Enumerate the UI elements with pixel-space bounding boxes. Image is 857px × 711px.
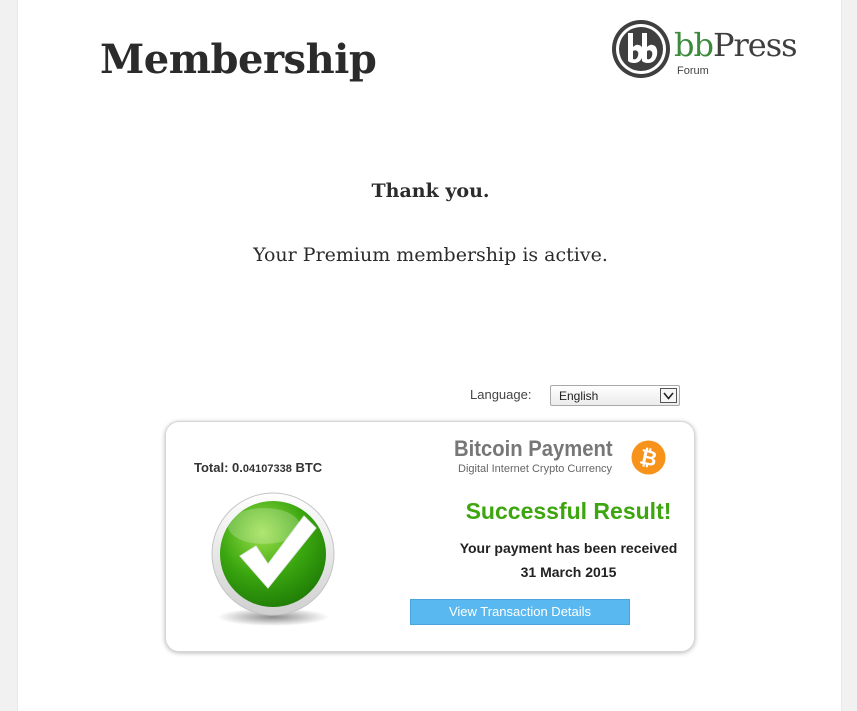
payment-total: Total: 0.04107338 BTC (194, 460, 322, 475)
bitcoin-payment-title: Bitcoin Payment (454, 436, 613, 461)
total-label: Total: 0. (194, 460, 243, 475)
chevron-down-icon[interactable] (660, 388, 677, 403)
checkmark-icon (211, 492, 335, 626)
view-transaction-details-button[interactable]: View Transaction Details (410, 599, 630, 625)
logo-wordmark: bbPress (674, 26, 798, 64)
logo-word-bb: bb (674, 26, 714, 64)
page-title: Membership (100, 36, 377, 83)
thank-you-heading: Thank you. (371, 180, 490, 202)
bitcoin-payment-subtitle: Digital Internet Crypto Currency (458, 463, 613, 475)
total-amount: 04107338 (242, 463, 292, 475)
bbpress-logo-icon (612, 20, 670, 78)
language-label: Language: (470, 387, 532, 402)
bitcoin-icon: ₿ (631, 440, 666, 475)
payment-date: 31 March 2015 (520, 564, 617, 580)
language-select[interactable]: English (550, 385, 680, 406)
logo-word-press: Press (712, 26, 798, 64)
page-content: Membership bbPress Forum Thank you. Your… (17, 0, 842, 711)
total-currency: BTC (295, 460, 323, 475)
success-result-title: Successful Result! (465, 498, 672, 524)
bbpress-logo[interactable]: bbPress Forum (611, 18, 821, 82)
payment-result-card: Total: 0.04107338 BTC Bitcoin Payment Di… (165, 421, 695, 652)
membership-status-message: Your Premium membership is active. (253, 244, 608, 266)
payment-received-message: Your payment has been received (459, 540, 678, 556)
logo-subtitle: Forum (677, 65, 709, 77)
language-selected-value: English (559, 389, 599, 403)
